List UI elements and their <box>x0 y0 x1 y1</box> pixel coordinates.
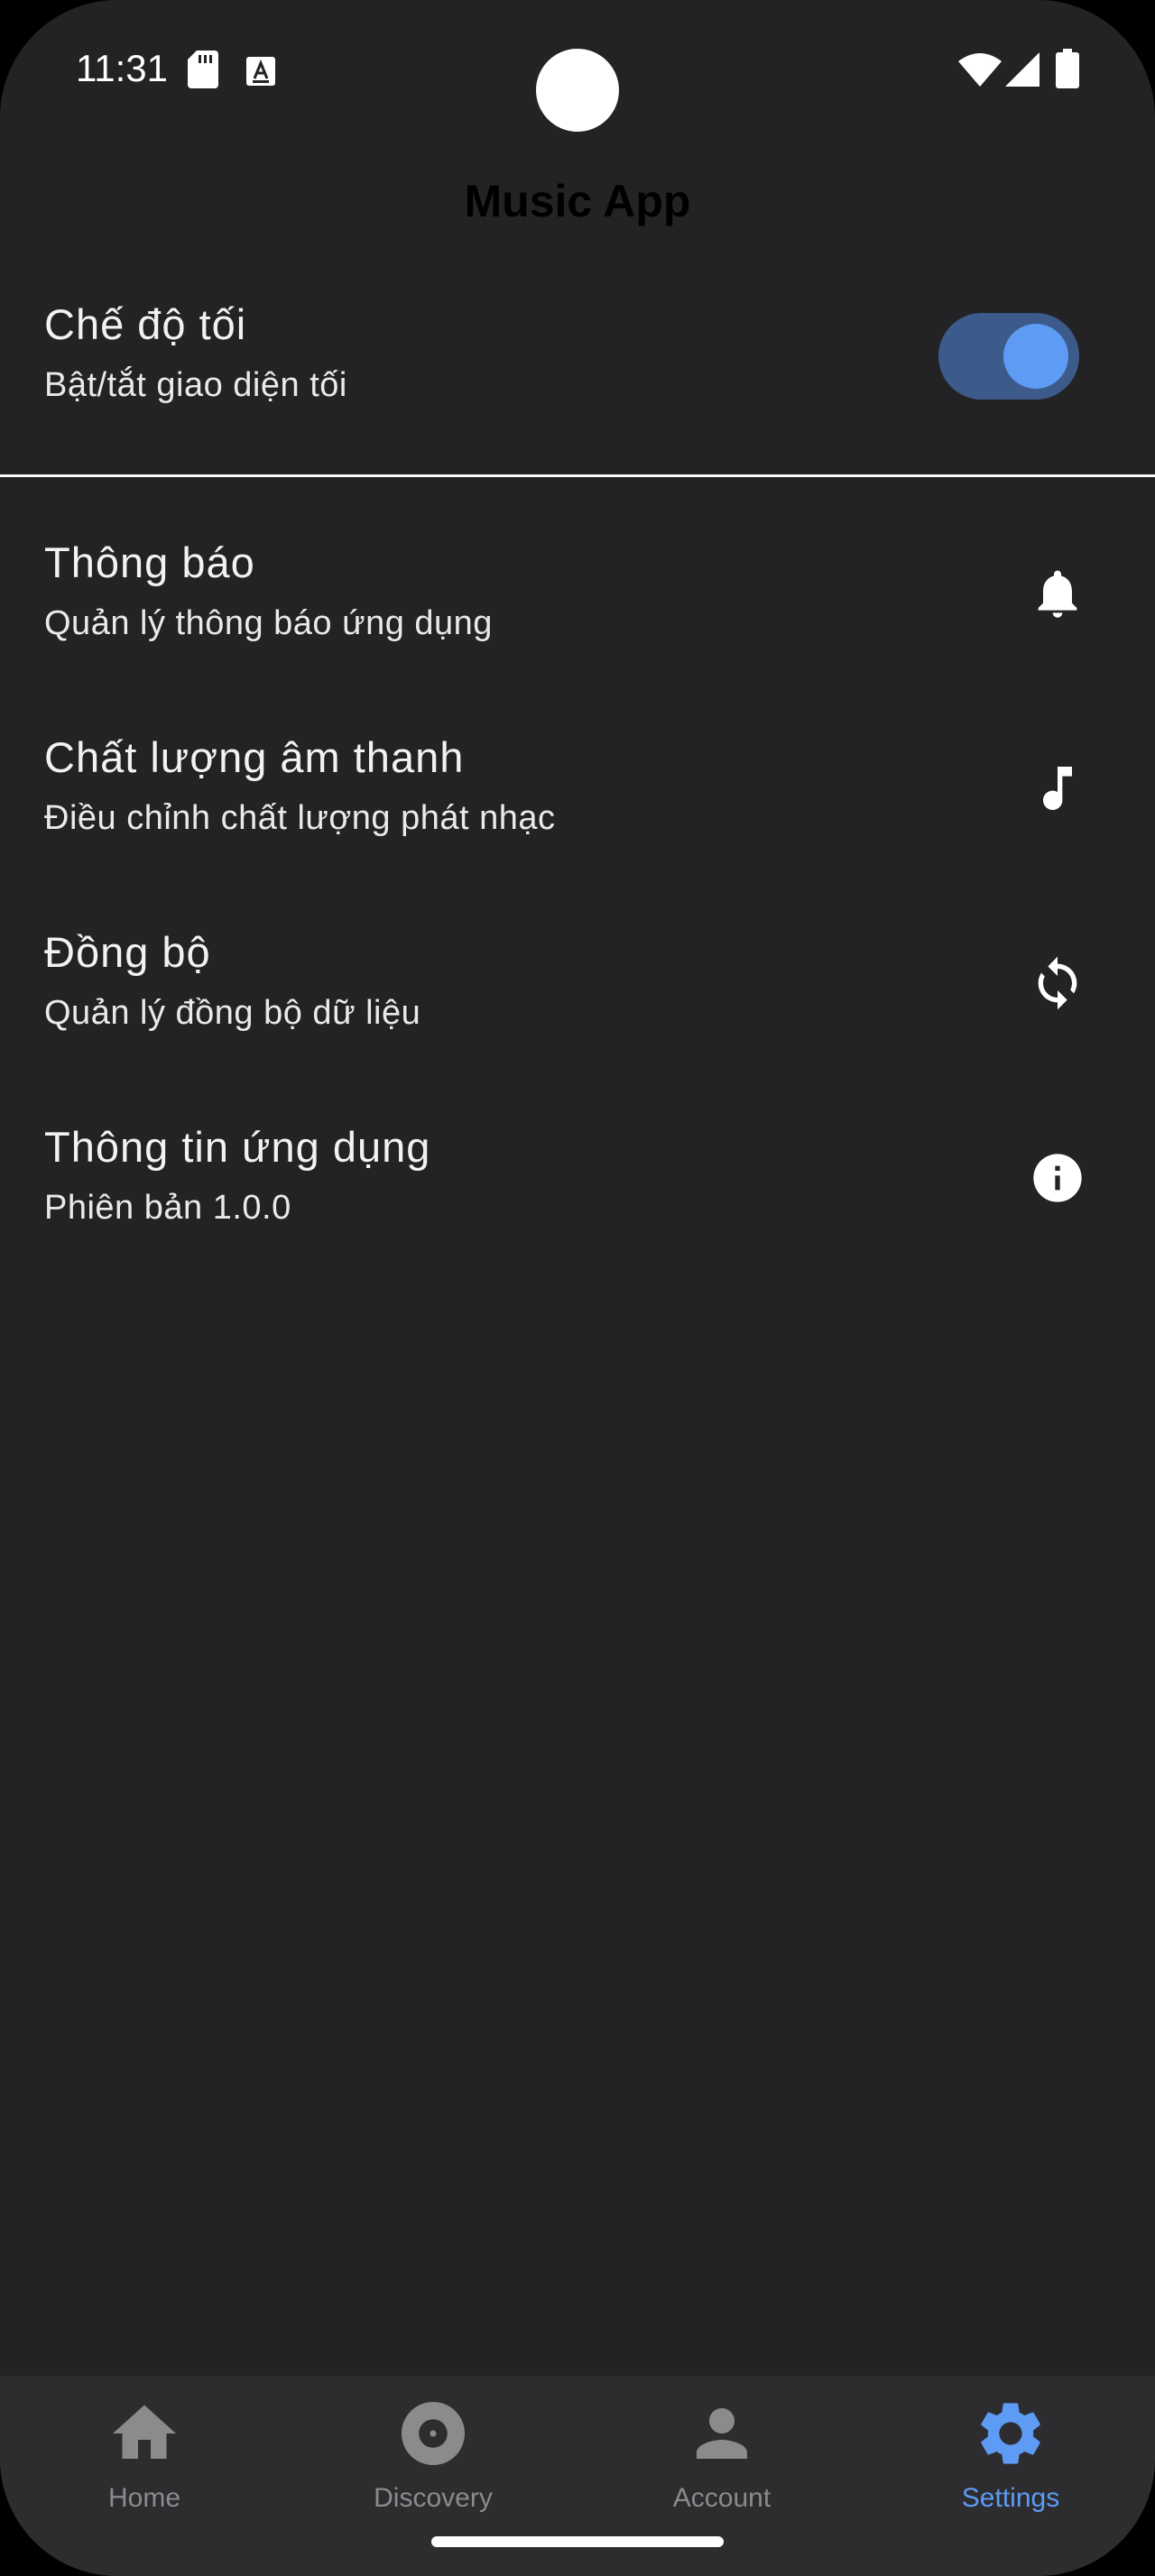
settings-item-notifications[interactable]: Thông báo Quản lý thông báo ứng dụng <box>0 501 1155 691</box>
settings-item-title: Chất lượng âm thanh <box>44 733 465 781</box>
disc-icon <box>402 2402 465 2465</box>
gear-icon <box>981 2403 1040 2464</box>
battery-icon <box>1056 49 1079 88</box>
nav-item-settings[interactable]: Settings <box>866 2376 1155 2547</box>
settings-item-title: Đồng bộ <box>44 928 211 976</box>
music-note-icon <box>1043 767 1072 810</box>
toggle-knob <box>1003 324 1068 389</box>
sd-card-icon <box>188 51 218 88</box>
sync-icon <box>1038 956 1077 1010</box>
nav-label: Home <box>107 2483 181 2513</box>
wifi-icon <box>958 53 1002 87</box>
nav-item-home[interactable]: Home <box>0 2376 289 2547</box>
dark-mode-toggle[interactable] <box>938 313 1079 400</box>
divider <box>0 474 1155 477</box>
settings-item-sync[interactable]: Đồng bộ Quản lý đồng bộ dữ liệu <box>0 891 1155 1081</box>
settings-item-audio-quality[interactable]: Chất lượng âm thanh Điều chỉnh chất lượn… <box>0 696 1155 886</box>
app-title: Music App <box>464 176 691 226</box>
settings-item-subtitle: Quản lý thông báo ứng dụng <box>44 604 493 642</box>
settings-item-subtitle: Phiên bản 1.0.0 <box>44 1189 291 1227</box>
settings-item-title: Thông tin ứng dụng <box>44 1123 431 1171</box>
home-icon <box>113 2405 176 2459</box>
settings-item-app-info[interactable]: Thông tin ứng dụng Phiên bản 1.0.0 <box>0 1086 1155 1275</box>
front-camera <box>536 49 619 132</box>
settings-item-subtitle: Quản lý đồng bộ dữ liệu <box>44 994 421 1032</box>
nav-label: Settings <box>961 2483 1060 2513</box>
nav-item-discovery[interactable]: Discovery <box>289 2376 578 2547</box>
settings-item-subtitle: Điều chỉnh chất lượng phát nhạc <box>44 799 556 837</box>
info-icon <box>1033 1154 1082 1202</box>
device-screen: 11:31 Music App Chế độ tối Bật/tắt giao … <box>0 0 1155 2576</box>
status-time: 11:31 <box>76 47 168 89</box>
nav-item-account[interactable]: Account <box>578 2376 866 2547</box>
dark-mode-title: Chế độ tối <box>44 300 247 348</box>
dark-mode-subtitle: Bật/tắt giao diện tối <box>44 366 347 404</box>
settings-item-title: Thông báo <box>44 538 255 586</box>
bell-icon <box>1038 570 1077 618</box>
nav-label: Account <box>672 2483 772 2513</box>
cellular-signal-icon <box>1005 52 1040 87</box>
person-icon <box>697 2408 747 2459</box>
keyboard-a-icon <box>246 57 275 86</box>
home-indicator[interactable] <box>431 2536 724 2547</box>
nav-label: Discovery <box>374 2483 493 2513</box>
